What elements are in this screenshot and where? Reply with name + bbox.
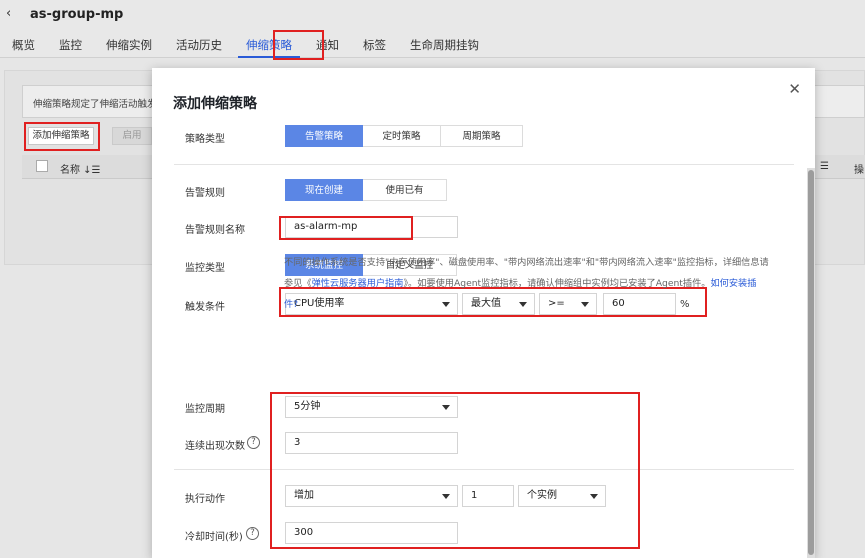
cooldown-label: 冷却时间(秒) [185,532,243,543]
tab-lifecycle-hook[interactable]: 生命周期挂钩 [398,36,491,58]
alarm-rule-selector: 现在创建 使用已有 [285,179,447,201]
occurrences-label: 连续出现次数 [185,441,245,452]
highlight-box-name [279,216,413,240]
question-icon[interactable]: ? [247,436,260,449]
install-plugin-link-cont[interactable]: 件? [284,299,298,310]
tab-tags[interactable]: 标签 [351,36,398,58]
scrollbar[interactable] [807,168,815,558]
enable-button[interactable]: 启用 [112,127,152,145]
help-line-3: 件? [284,294,772,315]
question-icon[interactable]: ? [246,527,259,540]
filter-icon[interactable]: ☰ [820,161,829,172]
select-all-checkbox[interactable] [36,160,48,172]
divider [174,164,794,165]
scrollbar-thumb[interactable] [808,170,814,555]
chevron-left-icon[interactable]: ‹ [6,6,11,21]
install-plugin-link[interactable]: 如何安装插 [710,278,756,289]
monitor-type-label: 监控类型 [185,263,225,274]
user-guide-link[interactable]: 弹性云服务器用户指南 [312,278,404,289]
close-icon[interactable]: ✕ [788,80,801,98]
top-bar: ‹ as-group-mp 概览 监控 伸缩实例 活动历史 伸缩策略 通知 标签… [0,0,865,58]
alarm-rule-name-label: 告警规则名称 [185,225,245,236]
highlight-box-tab [273,30,324,60]
policy-type-scheduled[interactable]: 定时策略 [363,125,441,147]
tab-overview[interactable]: 概览 [0,36,47,58]
policy-type-alarm[interactable]: 告警策略 [285,125,363,147]
dialog-title: 添加伸缩策略 [173,96,257,112]
help-text: 不同的操作系统是否支持"内存使用率"、磁盘使用率、"带内网络流出速率"和"带内网… [284,252,772,315]
highlight-box-add [24,122,100,151]
page-title: as-group-mp [30,7,124,22]
dialog-lower-section: 监控周期 5分钟 连续出现次数 ? 3 执行动作 增加 1 个实例 冷却时间(秒… [152,380,815,558]
policy-type-selector: 告警策略 定时策略 周期策略 [285,125,523,147]
help-line-1: 不同的操作系统是否支持"内存使用率"、磁盘使用率、"带内网络流出速率"和"带内网… [284,257,769,268]
highlight-box-lower [270,392,640,549]
column-operation: 操 [854,165,864,176]
trigger-label: 触发条件 [185,302,225,313]
policy-type-label: 策略类型 [185,134,225,145]
help-line-2: 参见《弹性云服务器用户指南》。如要使用Agent监控指标，请确认伸缩组中实例均已… [284,278,757,289]
tab-instances[interactable]: 伸缩实例 [94,36,164,58]
tab-monitoring[interactable]: 监控 [47,36,94,58]
alarm-rule-use-existing[interactable]: 使用已有 [363,179,447,201]
policy-type-periodic[interactable]: 周期策略 [441,125,523,147]
period-label: 监控周期 [185,404,225,415]
column-name[interactable]: 名称 ↓☰ [60,161,101,176]
alarm-rule-label: 告警规则 [185,188,225,199]
alarm-rule-create-now[interactable]: 现在创建 [285,179,363,201]
tab-activity-history[interactable]: 活动历史 [164,36,234,58]
action-label: 执行动作 [185,494,225,505]
tab-bar: 概览 监控 伸缩实例 活动历史 伸缩策略 通知 标签 生命周期挂钩 [0,36,491,58]
